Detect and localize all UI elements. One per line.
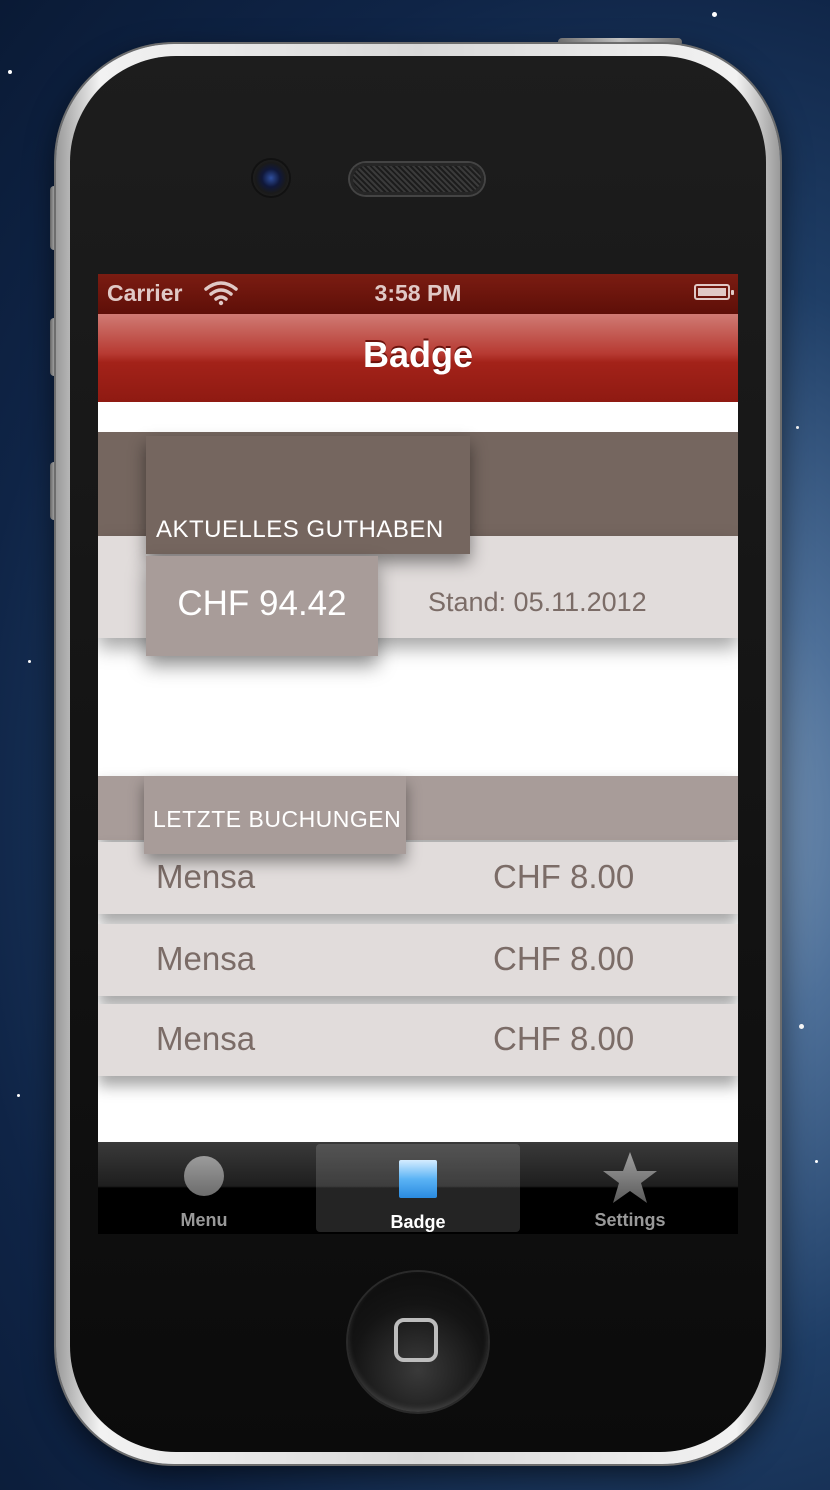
booking-row[interactable]: Mensa CHF 8.00	[98, 1004, 738, 1076]
booking-name: Mensa	[156, 940, 256, 977]
bookings-section-label: LETZTE BUCHUNGEN	[153, 806, 402, 832]
booking-name: Mensa	[156, 1020, 256, 1057]
tab-badge[interactable]: Badge	[316, 1144, 520, 1232]
circle-icon	[184, 1156, 224, 1196]
app-screen: Carrier 3:58 PM Badge AKTUELLES GUTHABEN…	[98, 274, 738, 1234]
balance-date: Stand: 05.11.2012	[428, 587, 647, 617]
wallpaper-star	[815, 1160, 818, 1163]
status-bar: Carrier 3:58 PM	[98, 274, 738, 314]
tab-menu-label: Menu	[180, 1210, 228, 1230]
tab-menu[interactable]: Menu	[102, 1142, 306, 1230]
status-time: 3:58 PM	[374, 280, 462, 306]
booking-name: Mensa	[156, 858, 256, 895]
bookings-section-header: LETZTE BUCHUNGEN	[144, 776, 406, 854]
booking-amount: CHF 8.00	[493, 858, 635, 895]
balance-amount-box: CHF 94.42	[146, 556, 378, 656]
earpiece-speaker	[350, 163, 484, 195]
home-square-icon	[394, 1318, 438, 1362]
wallpaper-star	[17, 1094, 20, 1097]
tab-badge-label: Badge	[390, 1212, 446, 1232]
front-camera	[253, 160, 289, 196]
page-title: Badge	[362, 334, 474, 375]
booking-amount: CHF 8.00	[493, 940, 635, 977]
wallpaper-star	[712, 12, 717, 17]
balance-amount: CHF 94.42	[177, 584, 347, 623]
booking-amount: CHF 8.00	[493, 1020, 635, 1057]
wallpaper-star	[28, 660, 31, 663]
wallpaper-star	[799, 1024, 804, 1029]
tab-settings-label: Settings	[594, 1210, 666, 1230]
tab-settings[interactable]: Settings	[528, 1142, 732, 1230]
star-icon	[603, 1152, 657, 1203]
wallpaper-star	[796, 426, 799, 429]
badge-square-icon	[399, 1160, 437, 1198]
balance-section-header: AKTUELLES GUTHABEN	[146, 436, 470, 554]
navigation-bar: Badge	[98, 314, 738, 402]
tab-bar: Menu Badge Settings	[98, 1142, 738, 1234]
home-button[interactable]	[348, 1272, 488, 1412]
balance-section-label: AKTUELLES GUTHABEN	[156, 516, 444, 543]
battery-icon	[694, 284, 734, 300]
booking-row[interactable]: Mensa CHF 8.00	[98, 924, 738, 996]
wallpaper-star	[8, 70, 12, 74]
